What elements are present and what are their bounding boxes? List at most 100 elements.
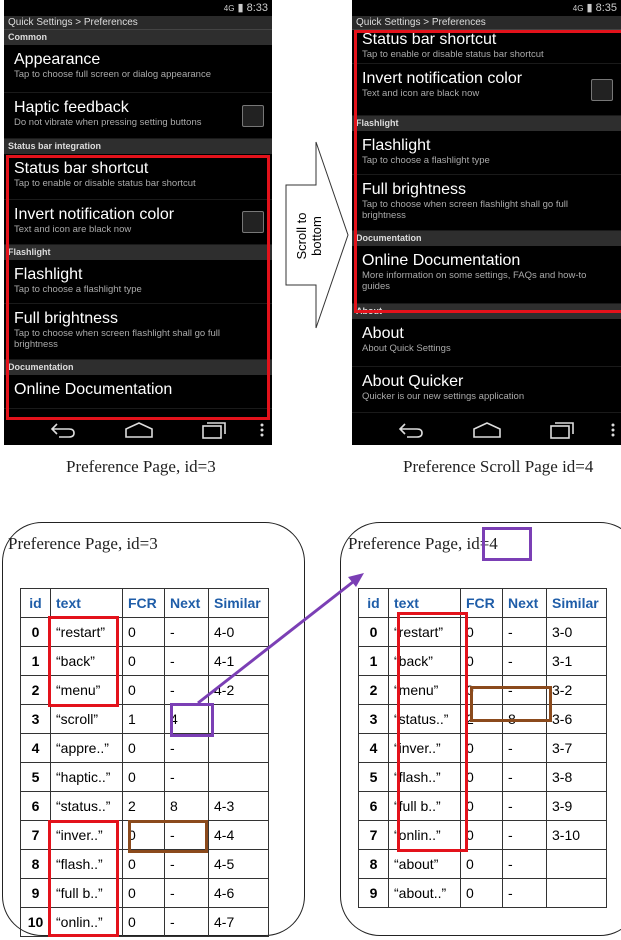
column-header: text	[50, 588, 123, 618]
item-title: About	[362, 325, 404, 342]
home-icon[interactable]	[472, 421, 502, 439]
table-row: 8 “flash..” 0-4-5	[20, 849, 269, 879]
table-cell: -	[502, 646, 547, 676]
pref-item-online-doc[interactable]: Online Documentation More information on …	[352, 246, 621, 304]
table-cell: 9	[20, 878, 51, 908]
pref-item-flashlight[interactable]: Flashlight Tap to choose a flashlight typ…	[4, 260, 272, 304]
item-title: Flashlight	[362, 137, 431, 154]
item-subtitle: Tap to choose when screen flashlight sha…	[362, 199, 568, 221]
item-title: Invert notification color	[362, 70, 523, 87]
recents-icon[interactable]	[549, 421, 575, 439]
table-cell: 0	[20, 617, 51, 647]
left-table-title: Preference Page, id=3	[8, 534, 158, 553]
item-subtitle: Tap to choose when screen flashlight sha…	[14, 328, 220, 350]
table-cell: “restart”	[388, 617, 461, 647]
section-header: About	[352, 304, 621, 319]
recents-icon[interactable]	[201, 421, 227, 439]
nav-bar	[4, 415, 272, 445]
table-cell: 2	[460, 704, 503, 734]
breadcrumb: Quick Settings > Preferences	[352, 16, 621, 30]
table-cell: 0	[122, 675, 165, 705]
table-cell: “haptic..”	[50, 762, 123, 792]
item-title: Status bar shortcut	[362, 31, 497, 48]
table-cell: 0	[460, 646, 503, 676]
table-cell: 2	[20, 675, 51, 705]
pref-item-invert[interactable]: Invert notification color Text and icon a…	[352, 64, 621, 116]
pref-item-invert[interactable]: Invert notification color Text and icon a…	[4, 200, 272, 245]
column-header: id	[20, 588, 51, 618]
breadcrumb: Quick Settings > Preferences	[4, 16, 272, 30]
table-cell: -	[164, 820, 209, 850]
table-cell	[546, 849, 607, 879]
table-cell: 3-0	[546, 617, 607, 647]
pref-item-status-bar[interactable]: Status bar shortcut Tap to enable or disa…	[4, 154, 272, 200]
section-header: Flashlight	[352, 116, 621, 131]
table-cell: 0	[122, 820, 165, 850]
haptic-checkbox[interactable]	[242, 104, 264, 127]
signal-icon: 4G	[223, 4, 235, 13]
table-row: 7 “onlin..” 0-3-10	[358, 820, 607, 850]
invert-checkbox[interactable]	[591, 78, 613, 101]
table-cell: -	[164, 733, 209, 763]
table-row: 1 “back” 0-4-1	[20, 646, 269, 676]
invert-checkbox[interactable]	[242, 211, 264, 233]
back-icon[interactable]	[397, 421, 425, 439]
signal-icon: 4G	[572, 4, 584, 13]
pref-item-full-brightness[interactable]: Full brightness Tap to choose when screen…	[352, 175, 621, 231]
back-icon[interactable]	[49, 421, 77, 439]
column-header: FCR	[460, 588, 503, 618]
table-cell	[208, 762, 269, 792]
scroll-label-line1: Scroll to	[294, 212, 309, 260]
table-cell: 0	[460, 849, 503, 879]
pref-item-about-quicker[interactable]: About Quicker Quicker is our new settings…	[352, 367, 621, 413]
right-phone-screenshot: 4G ▮ 8:35 Quick Settings > Preferences St…	[352, 0, 621, 445]
item-title: Invert notification color	[14, 206, 175, 223]
item-title: Full brightness	[14, 310, 119, 327]
table-cell: 4	[20, 733, 51, 763]
menu-icon[interactable]	[610, 421, 616, 439]
table-cell: “flash..”	[388, 762, 461, 792]
table-cell: 8	[164, 791, 209, 821]
pref-item-haptic[interactable]: Haptic feedback Do not vibrate when press…	[4, 93, 272, 139]
table-cell: 5	[20, 762, 51, 792]
pref-item-appearance[interactable]: Appearance Tap to choose full screen or d…	[4, 45, 272, 93]
table-cell: 0	[358, 617, 389, 647]
table-row: 10 “onlin..” 0-4-7	[20, 907, 269, 937]
table-cell: -	[502, 617, 547, 647]
table-cell: “status..”	[388, 704, 461, 734]
table-header: id text FCR Next Similar	[358, 588, 607, 618]
item-subtitle: Tap to enable or disable status bar shor…	[14, 178, 196, 189]
pref-item-about[interactable]: About About Quick Settings	[352, 319, 621, 367]
column-header: Next	[502, 588, 547, 618]
section-header: Flashlight	[4, 245, 272, 260]
table-cell: 2	[122, 791, 165, 821]
table-row: 9 “about..” 0-	[358, 878, 607, 908]
table-row: 3 “scroll” 1 4	[20, 704, 269, 734]
status-time: 8:33	[246, 2, 268, 14]
table-cell: “about”	[388, 849, 461, 879]
table-row: 8 “about” 0-	[358, 849, 607, 879]
pref-item-flashlight[interactable]: Flashlight Tap to choose a flashlight typ…	[352, 131, 621, 175]
home-icon[interactable]	[124, 421, 154, 439]
table-cell: 3-8	[546, 762, 607, 792]
table-row: 6 “status..” 2 8 4-3	[20, 791, 269, 821]
table-cell: “inver..”	[388, 733, 461, 763]
menu-icon[interactable]	[259, 421, 265, 439]
table-cell: 4-3	[208, 791, 269, 821]
table-cell: 0	[122, 646, 165, 676]
pref-item-full-brightness[interactable]: Full brightness Tap to choose when screen…	[4, 304, 272, 360]
table-row: 0 “restart” 0-3-0	[358, 617, 607, 647]
nav-bar	[352, 415, 621, 445]
table-cell: -	[502, 820, 547, 850]
table-cell: “restart”	[50, 617, 123, 647]
pref-item-status-bar[interactable]: Status bar shortcut Tap to enable or disa…	[352, 30, 621, 64]
table-cell: 7	[358, 820, 389, 850]
table-cell: -	[164, 762, 209, 792]
section-header: Status bar integration	[4, 139, 272, 154]
table-cell: 3-1	[546, 646, 607, 676]
pref-item-online-doc[interactable]: Online Documentation	[4, 375, 272, 409]
table-cell: “onlin..”	[388, 820, 461, 850]
table-row: 4 “appre..” 0-	[20, 733, 269, 763]
table-cell: 1	[358, 646, 389, 676]
table-header: id text FCR Next Similar	[20, 588, 269, 618]
